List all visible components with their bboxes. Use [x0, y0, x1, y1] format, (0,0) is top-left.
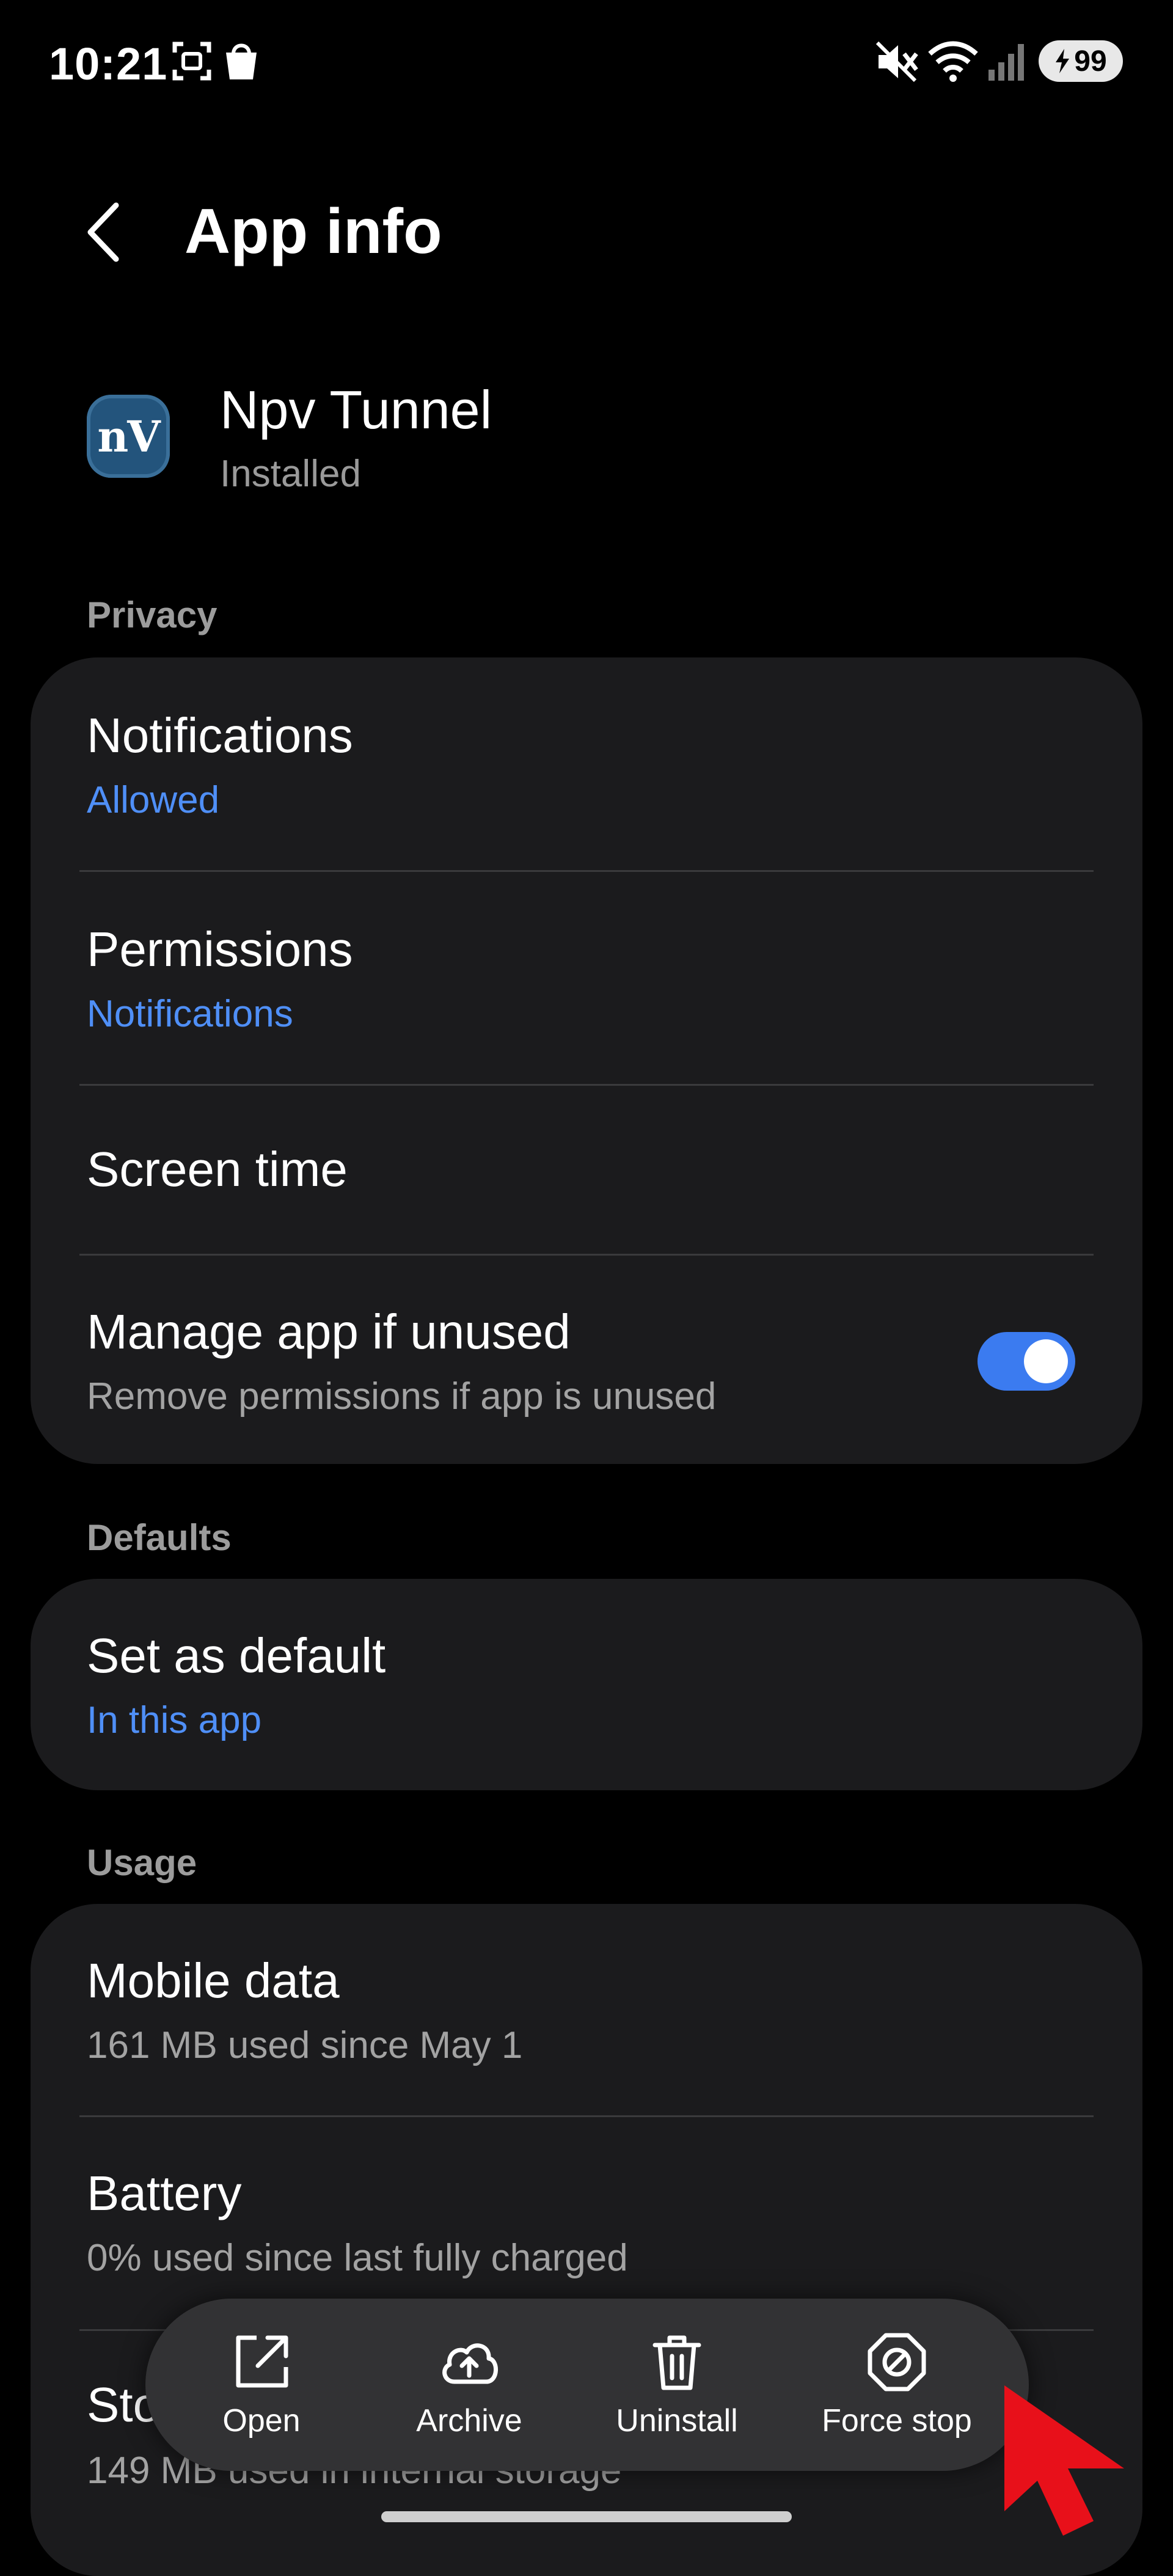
notifications-item[interactable]	[31, 657, 1142, 870]
set-as-default-title: Set as default	[87, 1628, 386, 1683]
section-label-defaults: Defaults	[87, 1517, 232, 1558]
section-label-usage: Usage	[87, 1842, 197, 1883]
force-stop-label: Force stop	[822, 2403, 972, 2439]
home-indicator[interactable]	[381, 2511, 792, 2522]
open-button[interactable]: Open	[188, 2299, 335, 2471]
shopping-bag-icon	[226, 43, 257, 79]
set-as-default-status: In this app	[87, 1699, 262, 1741]
manage-unused-description: Remove permissions if app is unused	[87, 1375, 717, 1418]
screenshot-icon	[172, 42, 211, 81]
open-label: Open	[222, 2403, 301, 2439]
mobile-data-usage: 161 MB used since May 1	[87, 2024, 523, 2066]
wifi-icon	[928, 41, 978, 82]
trash-icon	[652, 2335, 701, 2390]
force-stop-button[interactable]: Force stop	[799, 2299, 995, 2471]
screen-time-title: Screen time	[87, 1142, 348, 1196]
battery-item[interactable]	[31, 2118, 1142, 2329]
back-arrow-icon[interactable]	[86, 202, 122, 263]
notifications-status: Allowed	[87, 779, 220, 821]
permissions-title: Permissions	[87, 922, 353, 976]
defaults-card[interactable]	[31, 1579, 1142, 1790]
pointer-cursor-icon	[1004, 2385, 1124, 2536]
toggle-knob	[1024, 1339, 1068, 1383]
app-icon: nV	[87, 395, 170, 478]
notifications-title: Notifications	[87, 708, 353, 763]
divider	[79, 1084, 1094, 1086]
charging-bolt-icon	[1056, 49, 1070, 73]
manage-unused-toggle[interactable]	[978, 1332, 1075, 1391]
permissions-status: Notifications	[87, 993, 293, 1035]
section-label-privacy: Privacy	[87, 595, 217, 635]
battery-level: 99	[1074, 45, 1107, 78]
open-external-icon	[236, 2335, 288, 2388]
mute-icon	[876, 42, 918, 82]
divider	[79, 1254, 1094, 1256]
battery-usage: 0% used since last fully charged	[87, 2237, 628, 2279]
archive-label: Archive	[416, 2403, 522, 2439]
app-status: Installed	[220, 453, 361, 495]
permissions-item[interactable]	[31, 873, 1142, 1084]
app-name: Npv Tunnel	[220, 379, 492, 440]
manage-unused-title: Manage app if unused	[87, 1304, 571, 1359]
archive-button[interactable]: Archive	[390, 2299, 549, 2471]
manage-app-if-unused-item[interactable]	[31, 1256, 1142, 1464]
cloud-upload-icon	[442, 2343, 498, 2384]
stop-icon	[868, 2333, 926, 2391]
uninstall-label: Uninstall	[616, 2403, 738, 2439]
app-icon-text: nV	[97, 411, 160, 462]
cell-signal-icon	[988, 44, 1024, 81]
uninstall-button[interactable]: Uninstall	[597, 2299, 756, 2471]
battery-title: Battery	[87, 2166, 242, 2220]
page-title: App info	[185, 196, 442, 267]
bottom-action-bar: Open Archive Uninstall Force stop	[145, 2299, 1029, 2471]
status-time: 10:21	[49, 38, 168, 89]
divider	[79, 2115, 1094, 2117]
mobile-data-title: Mobile data	[87, 1953, 340, 2008]
mobile-data-item[interactable]	[31, 1904, 1142, 2117]
divider	[79, 870, 1094, 872]
battery-indicator: 99	[1039, 40, 1123, 82]
